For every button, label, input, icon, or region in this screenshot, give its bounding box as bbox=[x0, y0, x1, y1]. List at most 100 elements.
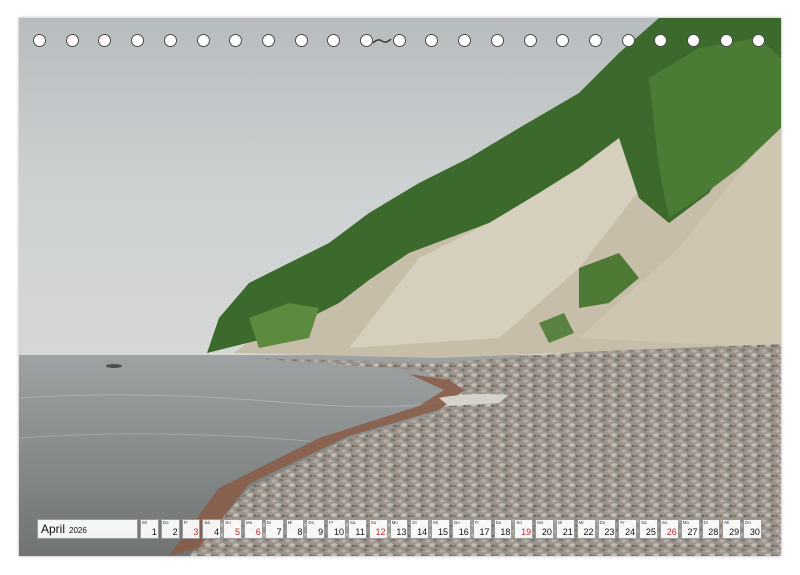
binding-hole bbox=[327, 34, 341, 47]
weekday-label: Mo bbox=[682, 520, 689, 525]
day-number: 15 bbox=[437, 527, 448, 537]
day-number: 9 bbox=[318, 527, 324, 537]
day-number: 26 bbox=[666, 527, 677, 537]
binding-hole bbox=[752, 34, 766, 47]
month-year: 2026 bbox=[69, 525, 87, 535]
day-number: 12 bbox=[375, 527, 386, 537]
weekday-label: So bbox=[370, 520, 377, 525]
binding-hole bbox=[392, 34, 406, 47]
weekday-label: Fr bbox=[620, 520, 625, 525]
binding-hole bbox=[294, 34, 308, 47]
day-cell: So 12 bbox=[368, 519, 388, 539]
day-cell: Do 2 bbox=[160, 519, 180, 539]
weekday-label: Mo bbox=[391, 520, 398, 525]
day-number: 20 bbox=[541, 527, 552, 537]
month-label: April 2026 bbox=[37, 519, 138, 539]
day-number: 1 bbox=[151, 527, 157, 537]
weekday-label: Mi bbox=[142, 520, 147, 525]
weekday-label: Mo bbox=[537, 520, 544, 525]
binding-hole bbox=[163, 34, 177, 47]
binding-hole bbox=[33, 34, 46, 47]
hanger-hook-icon bbox=[372, 38, 392, 44]
day-number: 24 bbox=[625, 527, 636, 537]
binding-hole bbox=[196, 34, 210, 47]
weekday-label: Mi bbox=[287, 520, 293, 525]
weekday-label: So bbox=[661, 520, 668, 525]
weekday-label: So bbox=[225, 520, 231, 525]
day-number: 19 bbox=[521, 527, 532, 537]
day-number: 11 bbox=[355, 527, 365, 537]
weekday-label: So bbox=[516, 520, 522, 525]
weekday-label: Sa bbox=[495, 520, 502, 525]
day-number: 30 bbox=[749, 527, 760, 537]
day-cell: Do 9 bbox=[306, 519, 326, 539]
weekday-label: Fr bbox=[183, 520, 188, 525]
day-number: 28 bbox=[708, 527, 719, 537]
day-number: 21 bbox=[562, 527, 573, 537]
binding-hole bbox=[490, 34, 504, 47]
binding-hole bbox=[621, 34, 635, 47]
day-cell: Mi 22 bbox=[576, 519, 596, 539]
day-number: 27 bbox=[687, 527, 698, 537]
day-cell: Sa 11 bbox=[347, 519, 367, 539]
binding-hole bbox=[588, 34, 602, 47]
weekday-label: Mo bbox=[245, 520, 253, 525]
day-number: 2 bbox=[172, 527, 178, 537]
day-cell: Sa 25 bbox=[639, 519, 658, 539]
day-cell: Do 23 bbox=[597, 519, 617, 539]
weekday-label: Mi bbox=[433, 520, 438, 525]
day-cell: Fr 10 bbox=[327, 519, 346, 539]
weekday-label: Sa bbox=[641, 520, 647, 525]
day-cell: Di 14 bbox=[410, 519, 430, 539]
day-cell: Mo 13 bbox=[389, 519, 409, 539]
binding-hole bbox=[98, 34, 112, 47]
day-number: 13 bbox=[396, 527, 407, 537]
weekday-label: Do bbox=[308, 520, 315, 525]
weekday-label: Di bbox=[412, 520, 417, 525]
day-number: 5 bbox=[234, 527, 240, 537]
day-number: 7 bbox=[276, 527, 282, 537]
spiral-binding bbox=[0, 34, 800, 52]
day-cell: Mo 6 bbox=[243, 519, 263, 539]
calendar-photo bbox=[19, 18, 781, 556]
day-cell: Sa 4 bbox=[202, 519, 222, 539]
calendar-strip: April 2026 Mi 1 Do 2 Fr 3 Sa 4 So 5 Mo 6 Di 7 Mi 8 Do 9 Fr… bbox=[37, 519, 764, 539]
weekday-label: Mi bbox=[578, 520, 584, 525]
binding-hole bbox=[229, 34, 243, 47]
binding-hole bbox=[131, 34, 145, 47]
day-cell: Fr 3 bbox=[181, 519, 201, 539]
weekday-label: Do bbox=[599, 520, 606, 525]
weekday-label: Di bbox=[703, 520, 708, 525]
day-cell: Mo 27 bbox=[680, 519, 700, 539]
weekday-label: Do bbox=[162, 520, 169, 525]
month-name: April bbox=[41, 522, 66, 536]
day-cell: Mi 29 bbox=[722, 519, 742, 539]
weekday-label: Do bbox=[453, 520, 460, 525]
weekday-label: Di bbox=[266, 520, 272, 525]
day-number: 10 bbox=[333, 527, 344, 537]
day-number: 8 bbox=[297, 527, 303, 537]
day-number: 18 bbox=[500, 527, 511, 537]
weekday-label: Fr bbox=[329, 520, 334, 525]
binding-hole bbox=[719, 34, 733, 47]
binding-hole bbox=[687, 34, 700, 47]
day-cell: Di 28 bbox=[701, 519, 721, 539]
day-cell: Di 7 bbox=[264, 519, 284, 539]
weekday-label: Mi bbox=[724, 520, 730, 525]
day-number: 23 bbox=[604, 527, 615, 537]
day-cell: Fr 17 bbox=[472, 519, 492, 539]
day-number: 4 bbox=[214, 527, 220, 537]
binding-hole bbox=[425, 34, 439, 47]
day-cell: Sa 18 bbox=[493, 519, 513, 539]
weekday-label: Di bbox=[557, 520, 563, 525]
day-number: 17 bbox=[479, 527, 490, 537]
binding-hole bbox=[556, 34, 570, 47]
day-number: 3 bbox=[193, 527, 199, 537]
binding-hole bbox=[523, 34, 537, 47]
weekday-label: Sa bbox=[349, 520, 356, 525]
day-cell: So 19 bbox=[514, 519, 534, 539]
binding-hole bbox=[654, 34, 668, 47]
day-number: 14 bbox=[417, 527, 428, 537]
day-number: 6 bbox=[255, 527, 261, 537]
day-cell: Di 21 bbox=[555, 519, 575, 539]
